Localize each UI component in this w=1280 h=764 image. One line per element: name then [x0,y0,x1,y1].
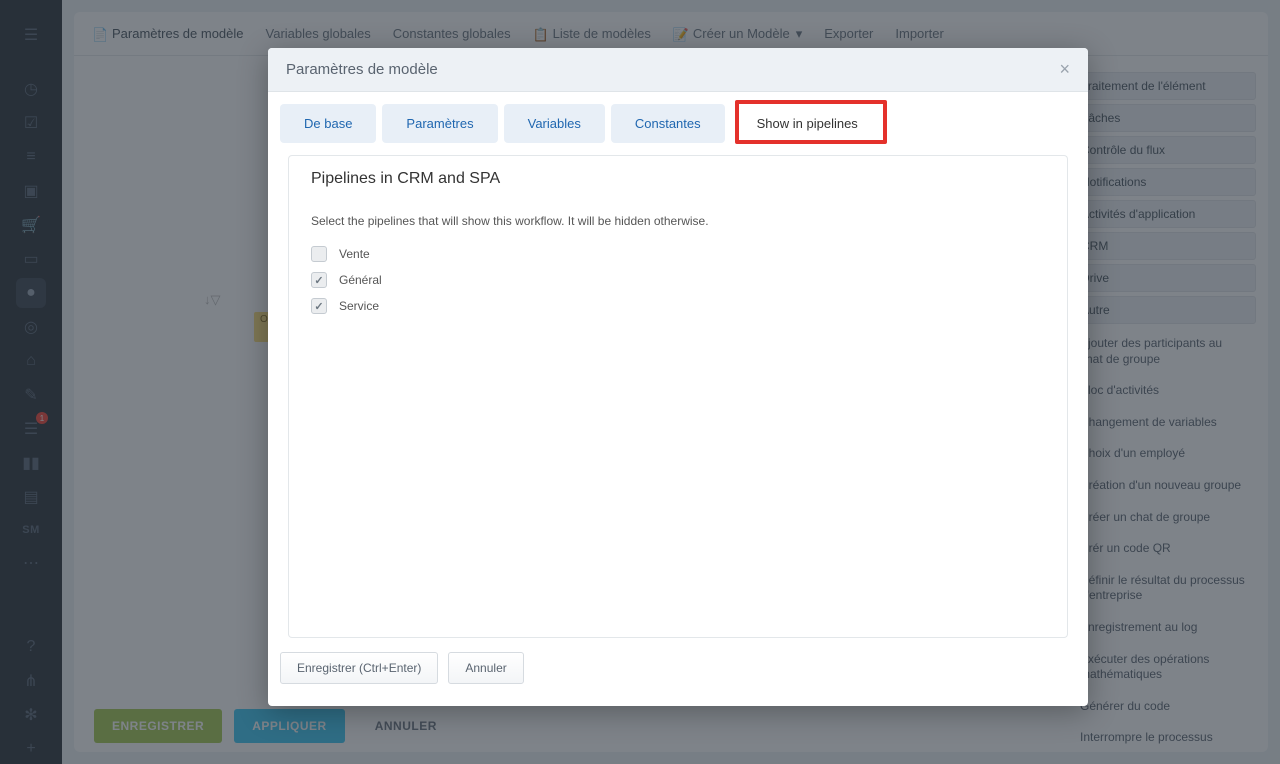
tab-consts[interactable]: Constantes [611,104,725,143]
checkbox-label: Général [339,273,382,287]
tab-basic[interactable]: De base [280,104,376,143]
modal-cancel-button[interactable]: Annuler [448,652,523,684]
modal-title: Paramètres de modèle [286,61,438,78]
checkbox-row: Vente [311,246,1045,262]
modal-footer: Enregistrer (Ctrl+Enter) Annuler [268,638,1088,698]
checkbox-general[interactable] [311,272,327,288]
close-icon[interactable]: × [1059,59,1070,80]
checkbox-vente[interactable] [311,246,327,262]
modal-save-button[interactable]: Enregistrer (Ctrl+Enter) [280,652,438,684]
modal-tabs: De base Paramètres Variables Constantes … [280,104,1076,155]
highlight-ring [735,100,887,144]
modal-header: Paramètres de modèle × [268,48,1088,92]
tab-vars[interactable]: Variables [504,104,605,143]
checkbox-label: Vente [339,247,370,261]
modal: Paramètres de modèle × De base Paramètre… [268,48,1088,706]
hint-text: Select the pipelines that will show this… [311,214,1045,228]
checkbox-row: Service [311,298,1045,314]
panel-body: Select the pipelines that will show this… [288,198,1068,638]
section-title: Pipelines in CRM and SPA [288,155,1068,198]
checkbox-label: Service [339,299,379,313]
checkbox-row: Général [311,272,1045,288]
checkbox-service[interactable] [311,298,327,314]
tab-params[interactable]: Paramètres [382,104,497,143]
